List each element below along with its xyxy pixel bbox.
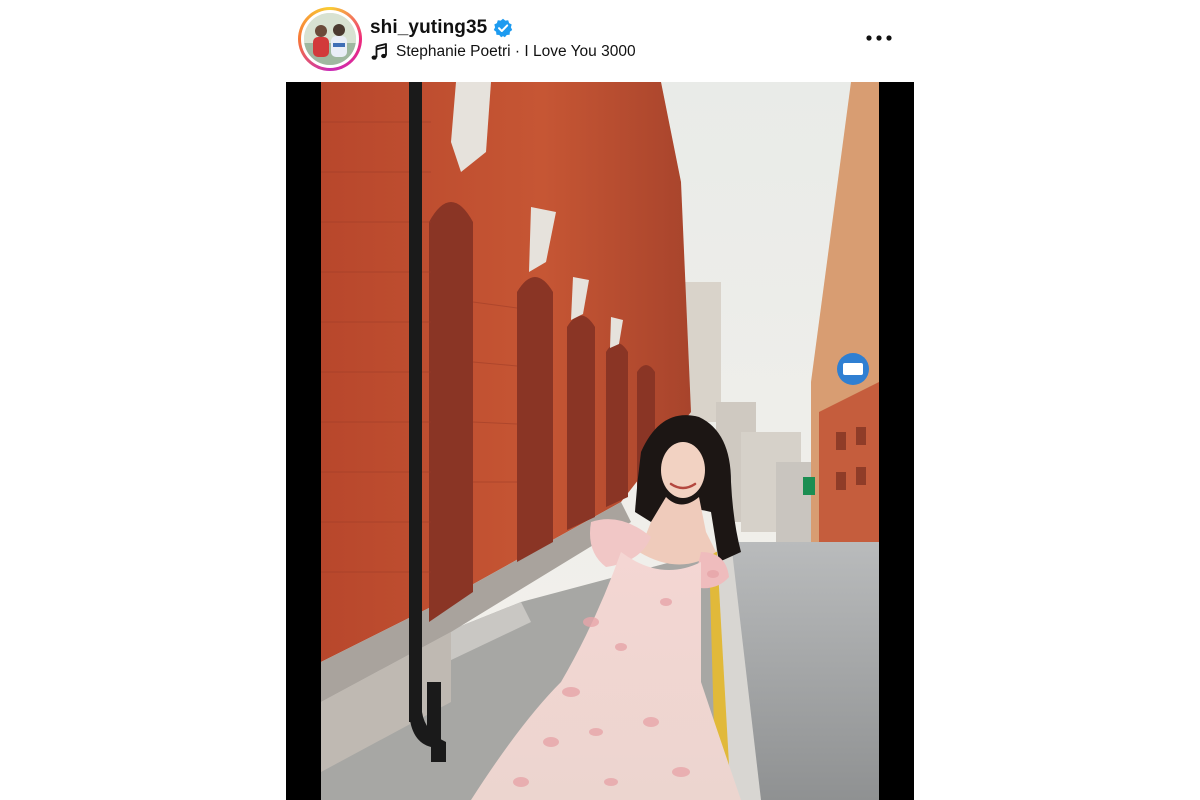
photo-scene: [321, 82, 879, 800]
audio-attribution[interactable]: Stephanie Poetri · I Love You 3000: [370, 41, 636, 63]
instagram-post: shi_yuting35 Stephanie Poetri · I Love Y…: [286, 0, 914, 800]
avatar[interactable]: [304, 13, 356, 65]
audio-track-label: Stephanie Poetri · I Love You 3000: [396, 43, 636, 60]
username-row: shi_yuting35: [370, 15, 513, 41]
more-options-icon: [866, 35, 892, 41]
music-note-icon: [370, 43, 388, 61]
post-media[interactable]: [286, 82, 914, 800]
avatar-image: [304, 13, 356, 65]
more-options-button[interactable]: [862, 24, 896, 52]
post-photo[interactable]: [321, 82, 879, 800]
post-header: shi_yuting35 Stephanie Poetri · I Love Y…: [286, 0, 914, 82]
username-link[interactable]: shi_yuting35: [370, 17, 487, 39]
story-ring[interactable]: [298, 7, 362, 71]
verified-badge-icon: [493, 18, 513, 38]
